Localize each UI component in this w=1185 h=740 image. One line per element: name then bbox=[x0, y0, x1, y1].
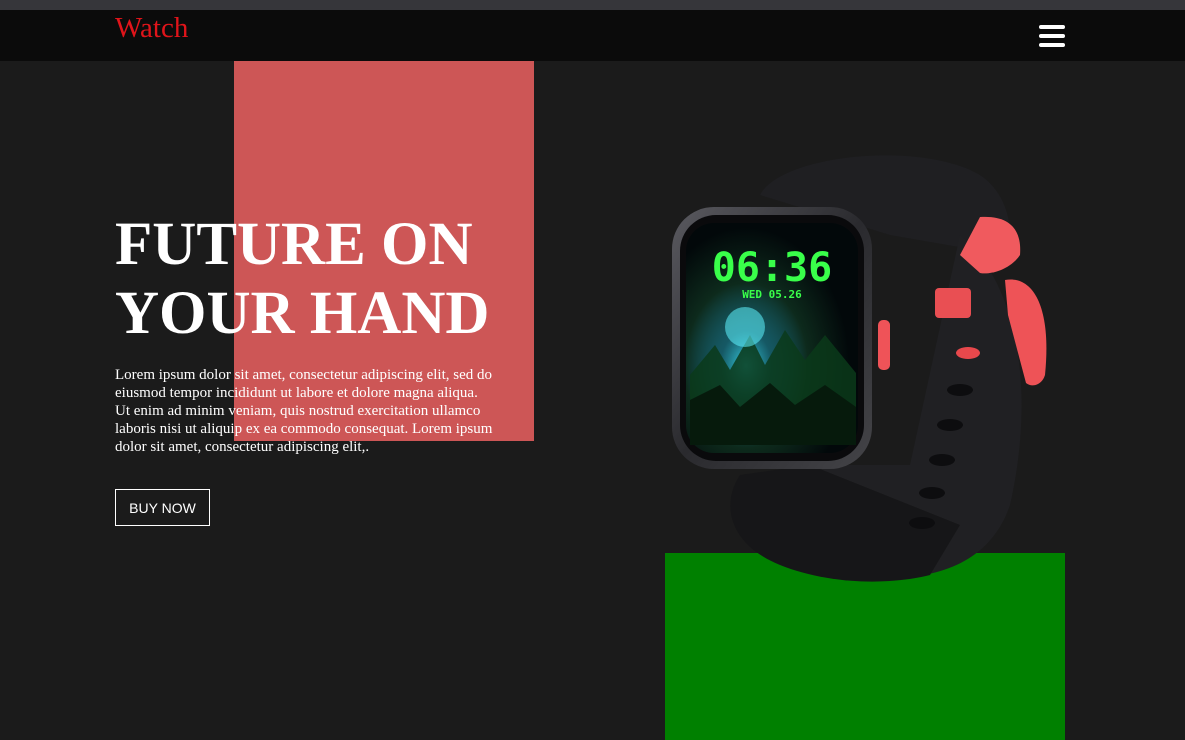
brand-logo[interactable]: Watch bbox=[115, 12, 188, 44]
strap-accent-clip bbox=[935, 288, 971, 318]
watch-side-button bbox=[878, 320, 890, 370]
screen-foliage-dark bbox=[690, 383, 856, 445]
strap-hole bbox=[909, 517, 935, 529]
hero-description: Lorem ipsum dolor sit amet, consectetur … bbox=[115, 367, 493, 455]
strap-hole bbox=[947, 384, 973, 396]
strap-hole bbox=[919, 487, 945, 499]
watch-date: WED 05.26 bbox=[742, 288, 802, 301]
watch-time: 06:36 bbox=[712, 245, 832, 291]
smartwatch-image: 06:36 WED 05.26 bbox=[672, 155, 1047, 582]
hamburger-menu-icon[interactable] bbox=[1036, 22, 1068, 50]
strap-hole bbox=[929, 454, 955, 466]
buy-now-button[interactable]: BUY NOW bbox=[115, 489, 210, 526]
browser-top-strip bbox=[0, 0, 1185, 10]
menu-bar bbox=[1039, 34, 1065, 38]
strap-hole bbox=[937, 419, 963, 431]
hero-title: FUTURE ON YOUR HAND bbox=[115, 210, 575, 348]
hero-title-line-1: FUTURE ON bbox=[115, 211, 473, 278]
navbar: Watch bbox=[0, 10, 1185, 61]
menu-bar bbox=[1039, 25, 1065, 29]
strap-hole bbox=[956, 347, 980, 359]
menu-bar bbox=[1039, 43, 1065, 47]
hero-title-line-2: YOUR HAND bbox=[115, 280, 490, 347]
screen-glow-orb bbox=[725, 307, 765, 347]
